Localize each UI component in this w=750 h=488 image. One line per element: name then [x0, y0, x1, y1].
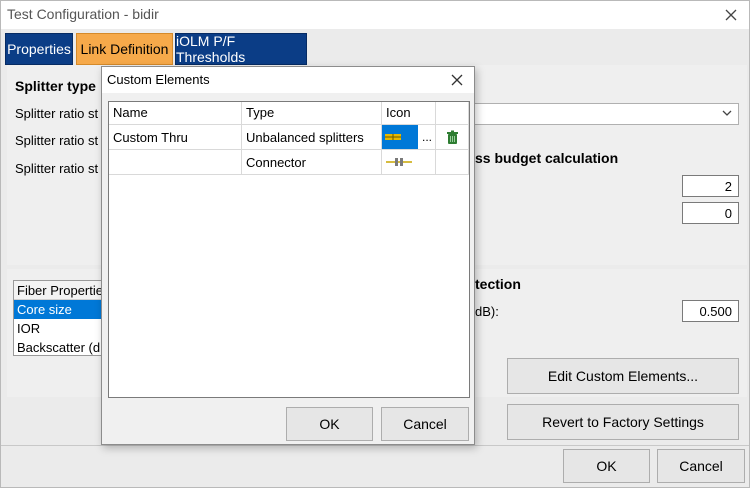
footer-divider: [1, 445, 749, 446]
list-item[interactable]: Backscatter (dE: [14, 338, 112, 357]
fiber-properties-header: Fiber Properties: [14, 281, 112, 300]
detection-label: dB):: [475, 304, 499, 319]
dialog-close-button[interactable]: [439, 68, 475, 92]
cancel-button[interactable]: Cancel: [657, 449, 745, 483]
window-close-button[interactable]: [713, 3, 749, 27]
fiber-properties-list[interactable]: Fiber Properties Core size IOR Backscatt…: [13, 280, 113, 356]
table-cell-delete[interactable]: [436, 125, 469, 150]
dialog-ok-button[interactable]: OK: [286, 407, 373, 441]
tab-link-definition[interactable]: Link Definition: [76, 33, 173, 65]
column-header-blank: [436, 102, 469, 125]
detection-title: tection: [475, 276, 521, 292]
splitter-ratio-select[interactable]: [473, 103, 739, 125]
dialog-cancel-button[interactable]: Cancel: [381, 407, 469, 441]
revert-factory-settings-button[interactable]: Revert to Factory Settings: [507, 404, 739, 440]
window-title: Test Configuration - bidir: [7, 6, 159, 22]
loss-budget-title: ss budget calculation: [475, 150, 619, 166]
loss-budget-value-2[interactable]: 0: [682, 202, 739, 224]
chevron-down-icon: [722, 110, 732, 116]
custom-elements-grid: Name Type Icon Custom Thru Unbalanced sp…: [108, 101, 470, 398]
connector-icon: [386, 158, 412, 166]
browse-icon-button[interactable]: ...: [422, 125, 432, 149]
custom-elements-dialog: Custom Elements Name Type Icon Custom Th…: [101, 66, 475, 445]
table-cell-icon[interactable]: [382, 150, 436, 175]
unbalanced-splitter-icon: [382, 125, 418, 149]
detection-value-field[interactable]: 0.500: [682, 300, 739, 322]
dialog-title: Custom Elements: [107, 72, 210, 87]
table-cell-type[interactable]: Unbalanced splitters: [242, 125, 382, 150]
title-bar: Test Configuration - bidir: [1, 1, 749, 29]
test-configuration-window: Test Configuration - bidir Properties Li…: [0, 0, 750, 488]
splitter-ratio-label-2: Splitter ratio st: [15, 133, 99, 148]
column-header-icon[interactable]: Icon: [382, 102, 436, 125]
dialog-title-bar: Custom Elements: [102, 67, 474, 93]
list-item[interactable]: IOR: [14, 319, 112, 338]
table-cell-type[interactable]: Connector: [242, 150, 382, 175]
edit-custom-elements-button[interactable]: Edit Custom Elements...: [507, 358, 739, 394]
close-icon: [725, 9, 737, 21]
tab-properties[interactable]: Properties: [5, 33, 73, 65]
loss-budget-value-1[interactable]: 2: [682, 175, 739, 197]
splitter-ratio-label-3: Splitter ratio st: [15, 161, 99, 176]
list-item[interactable]: Core size: [14, 300, 112, 319]
trash-icon[interactable]: [446, 130, 459, 145]
column-header-name[interactable]: Name: [109, 102, 242, 125]
splitter-type-title: Splitter type: [15, 78, 96, 94]
table-cell-icon[interactable]: ...: [382, 125, 436, 150]
table-cell-name[interactable]: [109, 150, 242, 175]
ok-button[interactable]: OK: [563, 449, 650, 483]
close-icon: [451, 74, 463, 86]
tab-iolm-thresholds[interactable]: iOLM P/F Thresholds: [175, 33, 307, 65]
table-cell-name[interactable]: Custom Thru: [109, 125, 242, 150]
table-cell-delete: [436, 150, 469, 175]
column-header-type[interactable]: Type: [242, 102, 382, 125]
splitter-ratio-label-1: Splitter ratio st: [15, 106, 99, 121]
